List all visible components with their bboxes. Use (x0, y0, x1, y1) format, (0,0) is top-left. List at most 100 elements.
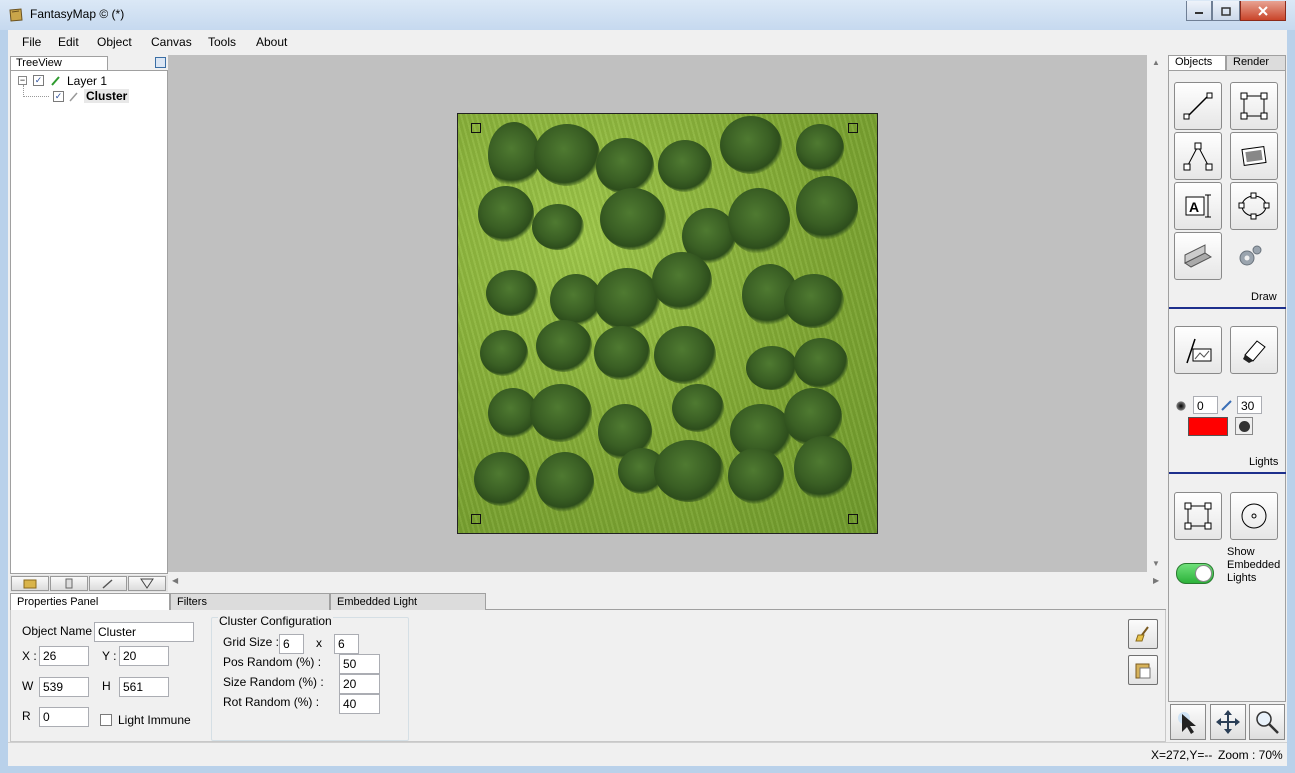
zoom-tool-button[interactable] (1249, 704, 1285, 740)
image-tool-button[interactable] (1230, 132, 1278, 180)
tab-embedded-light[interactable]: Embedded Light (330, 593, 486, 610)
ellipse-tool-button[interactable] (1230, 182, 1278, 230)
text-tool-button[interactable]: A (1174, 182, 1222, 230)
menu-canvas[interactable]: Canvas (151, 35, 192, 49)
light-rect-button[interactable] (1174, 492, 1222, 540)
add-layer-button[interactable] (11, 576, 49, 591)
rot-random-field[interactable]: 40 (339, 694, 380, 714)
tree-sprite (654, 440, 724, 502)
tree-node-layer[interactable]: Layer 1 (67, 74, 107, 88)
pointer-tool-button[interactable] (1170, 704, 1206, 740)
image-tool-icon (1241, 145, 1267, 167)
light-brush-field[interactable]: 30 (1237, 396, 1262, 414)
tree-sprite (532, 204, 584, 250)
resize-handle[interactable] (471, 123, 481, 133)
h-label: H (102, 679, 111, 693)
pin-icon[interactable] (155, 57, 166, 68)
light-color-swatch[interactable] (1188, 417, 1228, 436)
folder-icon (23, 579, 37, 589)
light-circle-icon (1241, 503, 1267, 529)
paste-icon (1135, 663, 1151, 679)
menu-object[interactable]: Object (97, 35, 132, 49)
show-embedded-toggle[interactable] (1176, 563, 1214, 584)
horizontal-scrollbar[interactable]: ◀ ▶ (168, 573, 1164, 590)
tree-sprite (796, 124, 844, 172)
map-canvas[interactable] (457, 113, 878, 534)
text-tool-icon: A (1185, 194, 1211, 218)
line-tool-button[interactable] (1174, 82, 1222, 130)
zoom-icon (1256, 711, 1279, 734)
light-shape-button[interactable] (1235, 417, 1253, 435)
tab-filters[interactable]: Filters (170, 593, 330, 610)
pos-random-field[interactable]: 50 (339, 654, 380, 674)
section-divider (1169, 472, 1286, 474)
settings-gear-icon[interactable] (1236, 242, 1264, 270)
maximize-button[interactable] (1212, 1, 1240, 21)
size-random-label: Size Random (%) : (223, 675, 324, 689)
light-immune-label: Light Immune (118, 713, 191, 727)
paste-button[interactable] (1128, 655, 1158, 685)
scroll-up-icon[interactable]: ▲ (1152, 58, 1160, 67)
resize-handle[interactable] (471, 514, 481, 524)
grid-x-field[interactable]: 6 (279, 634, 304, 654)
light-paint-button[interactable] (1174, 326, 1222, 374)
tab-treeview[interactable]: TreeView (10, 56, 108, 70)
edit-layer-button[interactable] (89, 576, 127, 591)
clean-button[interactable] (1128, 619, 1158, 649)
grid-size-label: Grid Size : (223, 635, 280, 649)
grid-y-field[interactable]: 6 (334, 634, 359, 654)
menu-edit[interactable]: Edit (58, 35, 79, 49)
tree-sprite (478, 186, 534, 242)
scroll-right-icon[interactable]: ▶ (1153, 576, 1159, 585)
tree-sprite (534, 124, 600, 186)
y-field[interactable]: 20 (119, 646, 169, 666)
circle-icon (1238, 420, 1250, 432)
size-random-field[interactable]: 20 (339, 674, 380, 694)
texture-tool-button[interactable] (1174, 232, 1222, 280)
close-button[interactable] (1240, 1, 1286, 21)
menu-about[interactable]: About (256, 35, 287, 49)
minimize-button[interactable] (1186, 1, 1212, 21)
layer-checkbox[interactable]: ✓ (33, 75, 44, 86)
delete-layer-button[interactable] (50, 576, 88, 591)
resize-handle[interactable] (848, 123, 858, 133)
path-tool-button[interactable] (1174, 132, 1222, 180)
vertical-scrollbar[interactable]: ▲ ▼ (1148, 55, 1165, 572)
tree-node-cluster[interactable]: Cluster (84, 89, 130, 103)
tree-sprite (746, 346, 798, 390)
r-label: R (22, 709, 31, 723)
pos-random-label: Pos Random (%) : (223, 655, 322, 669)
light-circle-button[interactable] (1230, 492, 1278, 540)
resize-handle[interactable] (848, 514, 858, 524)
height-field[interactable]: 561 (119, 677, 169, 697)
light-radius-field[interactable]: 0 (1193, 396, 1218, 414)
menu-tools[interactable]: Tools (208, 35, 236, 49)
light-immune-checkbox[interactable] (100, 714, 112, 726)
object-name-field[interactable]: Cluster (94, 622, 194, 642)
rotation-field[interactable]: 0 (39, 707, 89, 727)
eraser-button[interactable] (1230, 326, 1278, 374)
scroll-down-icon[interactable]: ▼ (1152, 559, 1160, 568)
cluster-checkbox[interactable]: ✓ (53, 91, 64, 102)
width-field[interactable]: 539 (39, 677, 89, 697)
move-tool-button[interactable] (1210, 704, 1246, 740)
menu-file[interactable]: File (22, 35, 41, 49)
tab-objects[interactable]: Objects (1168, 55, 1226, 70)
tree-toolbar (10, 575, 168, 592)
triangle-down-icon (140, 578, 154, 589)
restore-icon (1221, 6, 1231, 16)
ellipse-tool-icon (1238, 192, 1270, 220)
scroll-left-icon[interactable]: ◀ (172, 576, 178, 585)
tab-properties-panel[interactable]: Properties Panel (10, 593, 170, 610)
toggle-knob (1195, 565, 1212, 582)
show-embedded-label: Show Embedded Lights (1227, 546, 1281, 584)
object-name-label: Object Name (22, 624, 93, 638)
rect-select-tool-button[interactable] (1230, 82, 1278, 130)
x-field[interactable]: 26 (39, 646, 89, 666)
texture-tool-icon (1184, 244, 1212, 268)
menu-bar: File Edit Object Canvas Tools About (8, 30, 1287, 54)
cursor-coordinates: X=272,Y=-- (1151, 748, 1213, 762)
collapse-icon[interactable]: − (18, 76, 27, 85)
tab-render[interactable]: Render (1226, 55, 1286, 70)
move-down-button[interactable] (128, 576, 166, 591)
